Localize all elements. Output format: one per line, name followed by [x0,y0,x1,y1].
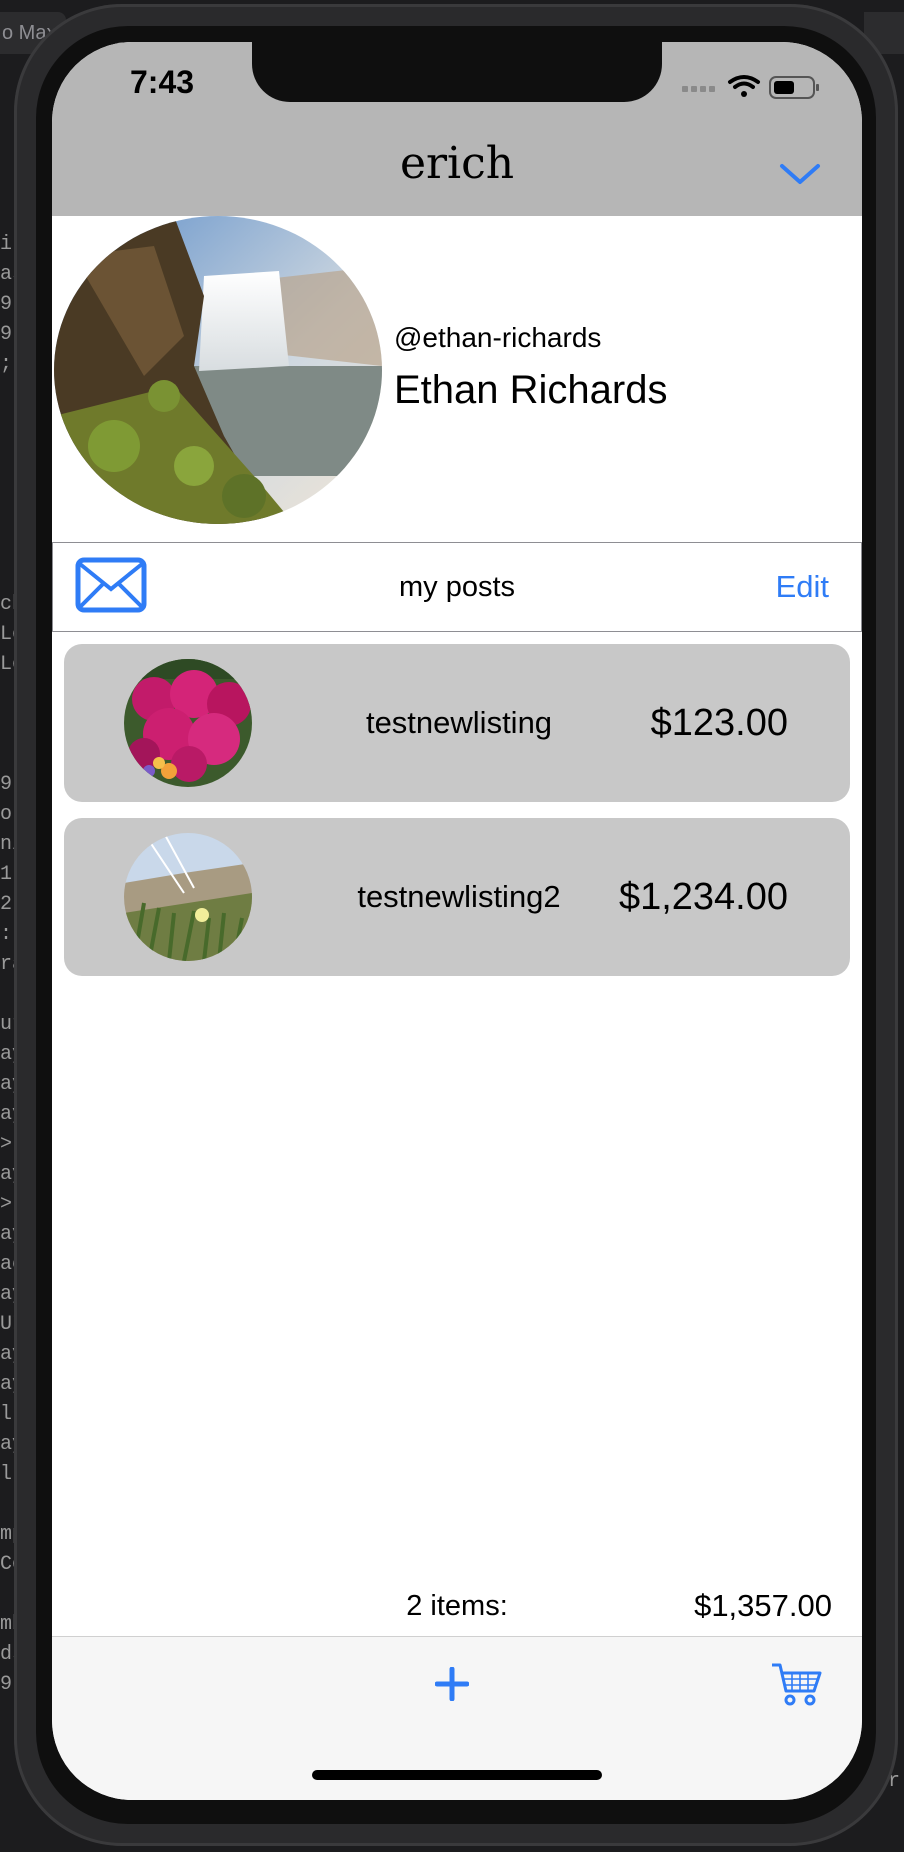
listing-name: testnewlisting2 [357,879,561,914]
profile-name: Ethan Richards [394,368,668,412]
listing-price: $1,234.00 [618,876,788,918]
total-amount: $1,357.00 [694,1588,832,1623]
listing-name: testnewlisting [365,705,553,740]
listing-row[interactable]: testnewlisting $123.00 [64,644,850,802]
battery-icon [769,76,819,99]
listing-thumbnail [124,659,252,787]
cart-icon[interactable] [770,1661,822,1707]
status-time: 7:43 [130,64,195,100]
wifi-icon [728,75,760,97]
listing-price: $123.00 [650,702,788,744]
chevron-down-icon[interactable] [778,160,822,188]
status-icons [682,75,819,99]
profile-handle: @ethan-richards [394,322,602,353]
mail-icon[interactable] [75,557,147,613]
home-indicator [312,1770,602,1780]
posts-header: my posts Edit [52,542,862,632]
nav-title: erich [399,138,515,189]
app-screen: 7:43 erich @ethan-richards Ethan Richard… [52,42,862,1800]
cellular-signal-icon [682,86,715,92]
listing-thumbnail [124,833,252,961]
edit-button[interactable]: Edit [776,543,829,631]
notch [252,42,662,102]
avatar [54,216,382,524]
listing-row[interactable]: testnewlisting2 $1,234.00 [64,818,850,976]
navigation-bar: 7:43 erich [52,42,862,216]
plus-icon[interactable] [435,1667,469,1701]
posts-title: my posts [398,571,516,603]
